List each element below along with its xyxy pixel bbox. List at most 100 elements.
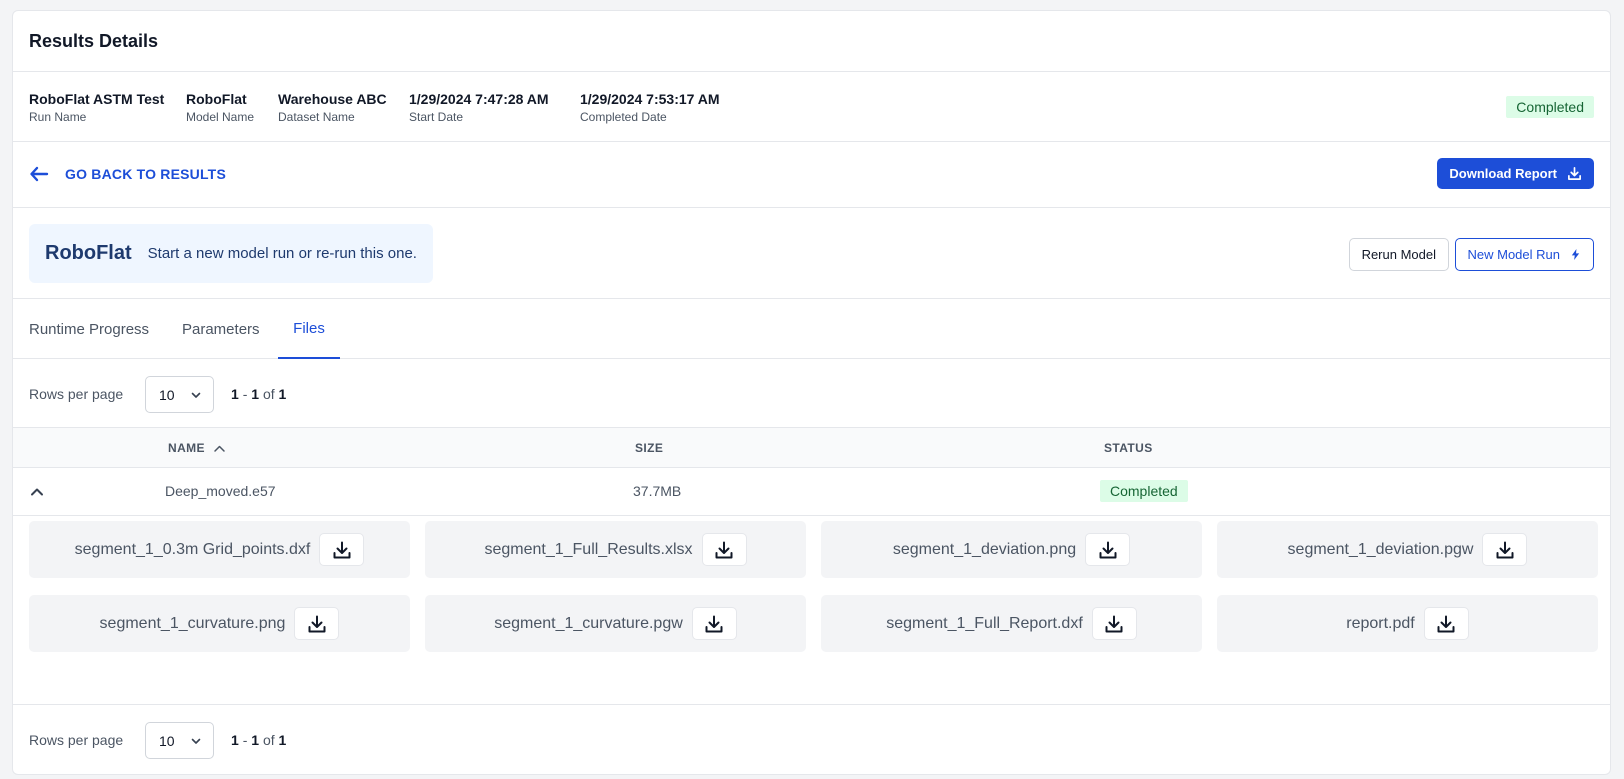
file-download-button[interactable]: [691, 607, 737, 640]
sort-chevron-up-icon: [214, 445, 225, 452]
row-file-name: Deep_moved.e57: [165, 483, 276, 499]
row-file-size: 37.7MB: [633, 483, 682, 499]
lightning-icon: [1571, 249, 1580, 260]
file-tile: segment_1_0.3m Grid_points.dxf: [29, 521, 410, 578]
completed-date-label: Completed Date: [580, 110, 667, 124]
run-status-badge: Completed: [1506, 96, 1594, 118]
file-download-button[interactable]: [1482, 533, 1528, 566]
column-status-header[interactable]: STATUS: [1104, 441, 1153, 455]
file-name: report.pdf: [1346, 614, 1415, 632]
column-name-label: NAME: [168, 441, 205, 455]
tab-bar: Runtime Progress Parameters Files: [13, 299, 1610, 359]
pagination-top: Rows per page 10 1 - 1 of 1: [13, 359, 1610, 428]
start-date-value: 1/29/2024 7:47:28 AM: [409, 91, 549, 107]
go-back-link[interactable]: GO BACK TO RESULTS: [29, 164, 226, 184]
start-date-label: Start Date: [409, 110, 464, 124]
pagination-bottom: Rows per page 10 1 - 1 of 1: [13, 704, 1610, 773]
run-name-field: RoboFlat ASTM Test Run Name: [29, 91, 164, 124]
range-end: 1: [251, 386, 260, 402]
tab-runtime-progress[interactable]: Runtime Progress: [27, 299, 151, 359]
download-icon: [1099, 541, 1117, 558]
file-name: segment_1_curvature.png: [99, 614, 286, 632]
range-total: 1: [278, 386, 287, 402]
collapse-chevron-up-icon[interactable]: [29, 484, 45, 500]
column-name-header[interactable]: NAME: [168, 441, 226, 455]
file-download-button[interactable]: [701, 533, 747, 566]
tab-parameters[interactable]: Parameters: [180, 299, 262, 359]
file-download-button[interactable]: [1423, 607, 1469, 640]
model-name-field: RoboFlat Model Name: [186, 91, 254, 124]
run-name-label: Run Name: [29, 110, 87, 124]
file-name: segment_1_deviation.png: [892, 540, 1077, 558]
rerun-model-label: Rerun Model: [1361, 247, 1436, 262]
file-download-button[interactable]: [294, 607, 340, 640]
range-end: 1: [251, 732, 260, 748]
model-callout: RoboFlat Start a new model run or re-run…: [29, 224, 433, 283]
file-download-button[interactable]: [1091, 607, 1137, 640]
callout-model-name: RoboFlat: [45, 242, 132, 264]
model-name-label: Model Name: [186, 110, 255, 124]
table-row[interactable]: Deep_moved.e57 37.7MB Completed: [13, 468, 1610, 516]
model-name-value: RoboFlat: [186, 91, 247, 107]
completed-date-value: 1/29/2024 7:53:17 AM: [580, 91, 720, 107]
file-name: segment_1_Full_Results.xlsx: [484, 540, 693, 558]
file-tile: report.pdf: [1217, 595, 1598, 652]
range-separator: -: [242, 386, 248, 402]
download-icon: [308, 615, 326, 632]
range-start: 1: [231, 732, 239, 748]
tab-files[interactable]: Files: [278, 299, 340, 359]
column-size-header[interactable]: SIZE: [635, 441, 663, 455]
chevron-down-icon: [191, 392, 201, 398]
page-title: Results Details: [29, 31, 159, 51]
file-download-button[interactable]: [319, 533, 365, 566]
run-name-value: RoboFlat ASTM Test: [29, 91, 165, 107]
completed-date-field: 1/29/2024 7:53:17 AM Completed Date: [580, 91, 720, 124]
results-details-card: Results Details RoboFlat ASTM Test Run N…: [12, 10, 1611, 775]
range-separator: -: [242, 732, 248, 748]
range-total: 1: [278, 732, 287, 748]
go-back-label: GO BACK TO RESULTS: [65, 166, 226, 182]
download-icon: [705, 615, 723, 632]
rows-per-page-value: 10: [159, 386, 175, 403]
row-status-badge: Completed: [1100, 480, 1188, 502]
column-status-label: STATUS: [1104, 441, 1153, 455]
file-download-button[interactable]: [1085, 533, 1131, 566]
download-report-label: Download Report: [1449, 166, 1557, 181]
dataset-name-field: Warehouse ABC Dataset Name: [278, 91, 387, 124]
run-info-bar: RoboFlat ASTM Test Run Name RoboFlat Mod…: [13, 72, 1610, 142]
file-name: segment_1_curvature.pgw: [494, 614, 683, 632]
page-range: 1 - 1 of 1: [231, 386, 286, 402]
new-model-run-label: New Model Run: [1467, 247, 1561, 262]
download-icon: [1105, 615, 1123, 632]
chevron-down-icon: [191, 738, 201, 744]
callout-subtitle: Start a new model run or re-run this one…: [147, 245, 417, 262]
dataset-name-label: Dataset Name: [278, 110, 355, 124]
model-banner-row: RoboFlat Start a new model run or re-run…: [13, 208, 1610, 299]
range-start: 1: [231, 386, 239, 402]
file-name: segment_1_deviation.pgw: [1287, 540, 1474, 558]
download-icon: [333, 541, 351, 558]
file-name: segment_1_Full_Report.dxf: [886, 614, 1083, 632]
action-bar: GO BACK TO RESULTS Download Report: [13, 142, 1610, 208]
rows-per-page-select[interactable]: 10: [145, 376, 214, 413]
file-tile: segment_1_deviation.png: [821, 521, 1202, 578]
dataset-name-value: Warehouse ABC: [278, 91, 387, 107]
download-icon: [715, 541, 733, 558]
file-tile: segment_1_Full_Results.xlsx: [425, 521, 806, 578]
rows-per-page-select[interactable]: 10: [145, 722, 214, 759]
page-range: 1 - 1 of 1: [231, 732, 286, 748]
rerun-model-button[interactable]: Rerun Model: [1348, 238, 1449, 271]
file-tile: segment_1_deviation.pgw: [1217, 521, 1598, 578]
column-size-label: SIZE: [635, 441, 664, 455]
download-icon: [1496, 541, 1514, 558]
file-tile: segment_1_curvature.png: [29, 595, 410, 652]
rows-per-page-value: 10: [159, 732, 175, 749]
file-name: segment_1_0.3m Grid_points.dxf: [74, 540, 311, 558]
arrow-left-icon: [30, 166, 49, 182]
new-model-run-button[interactable]: New Model Run: [1454, 238, 1594, 271]
download-report-button[interactable]: Download Report: [1437, 158, 1594, 189]
files-table-header: NAME SIZE STATUS: [13, 428, 1610, 468]
page-header: Results Details: [13, 11, 1610, 72]
download-icon: [1568, 167, 1581, 180]
range-of: of: [262, 386, 275, 402]
